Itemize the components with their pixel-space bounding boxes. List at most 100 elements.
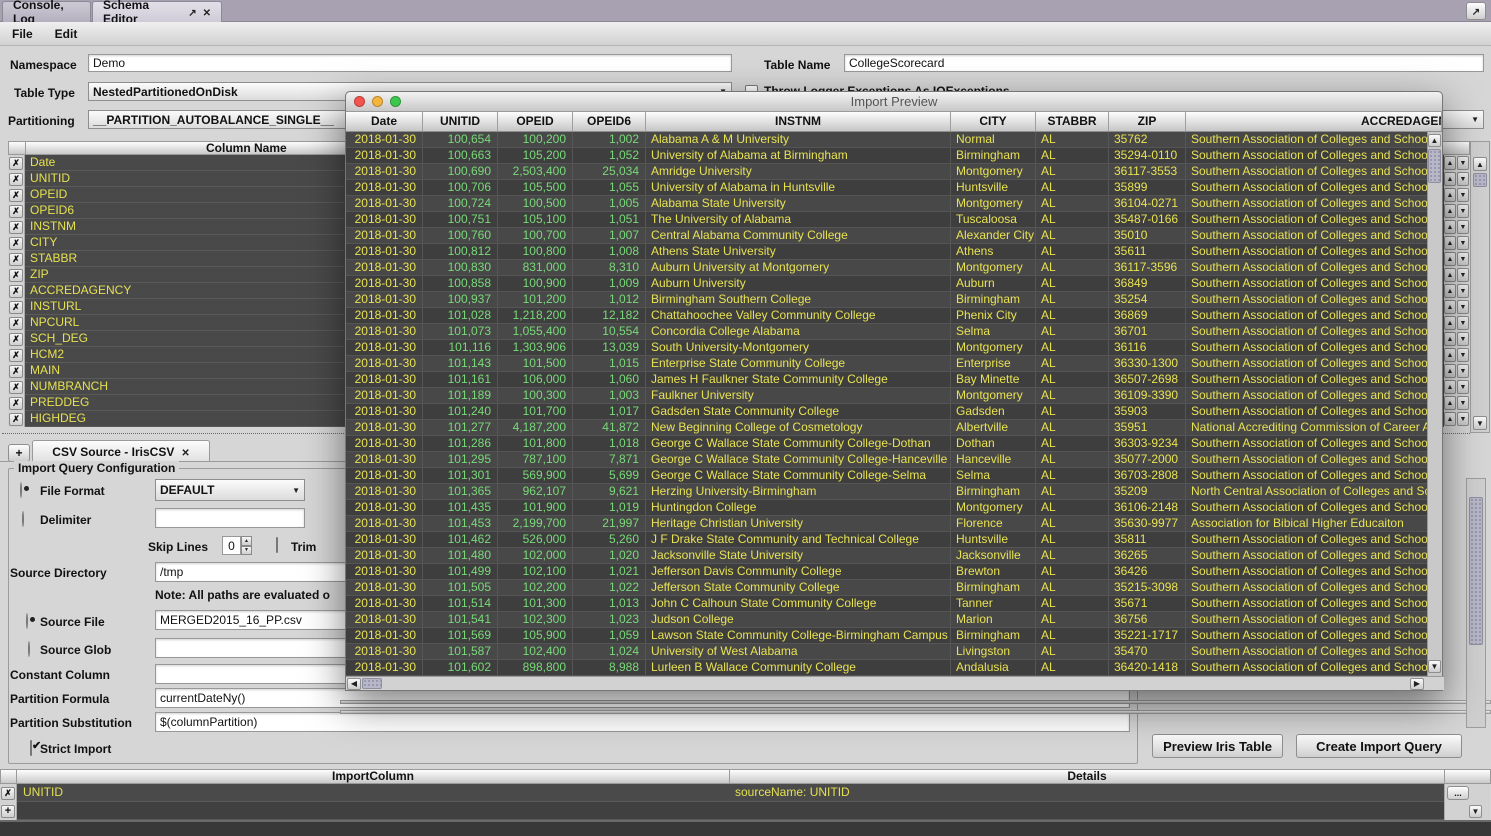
table-row[interactable]: 2018-01-30 100,663 105,200 1,052 Univers… (346, 148, 1427, 164)
move-up-button[interactable] (1444, 204, 1456, 218)
move-up-button[interactable] (1444, 268, 1456, 282)
move-down-button[interactable] (1457, 332, 1469, 346)
remove-column-button[interactable] (9, 413, 23, 426)
table-row[interactable]: 2018-01-30 101,143 101,500 1,015 Enterpr… (346, 356, 1427, 372)
move-down-button[interactable] (1457, 380, 1469, 394)
remove-column-button[interactable] (9, 173, 23, 186)
delimiter-input[interactable] (155, 508, 305, 528)
source-glob-radio[interactable] (28, 641, 30, 657)
splitter[interactable] (340, 700, 1491, 704)
details-cell[interactable]: sourceName: UNITID (729, 784, 1444, 802)
column-header[interactable]: STABBR (1036, 112, 1109, 131)
column-header[interactable]: INSTNM (646, 112, 951, 131)
move-down-button[interactable] (1457, 316, 1469, 330)
move-up-button[interactable] (1444, 332, 1456, 346)
menu-edit[interactable]: Edit (55, 27, 78, 41)
scroll-down-button[interactable] (1473, 416, 1487, 430)
remove-column-button[interactable] (9, 381, 23, 394)
table-row[interactable]: 2018-01-30 101,435 101,900 1,019 Hunting… (346, 500, 1427, 516)
step-down-icon[interactable] (241, 546, 252, 556)
column-header[interactable]: UNITID (423, 112, 498, 131)
remove-import-column-button[interactable] (1, 787, 15, 800)
table-row[interactable]: 2018-01-30 101,295 787,100 7,871 George … (346, 452, 1427, 468)
remove-column-button[interactable] (9, 317, 23, 330)
table-row[interactable]: 2018-01-30 101,587 102,400 1,024 Univers… (346, 644, 1427, 660)
table-row[interactable]: 2018-01-30 101,462 526,000 5,260 J F Dra… (346, 532, 1427, 548)
remove-column-button[interactable] (9, 285, 23, 298)
scroll-up-button[interactable] (1428, 134, 1441, 147)
move-up-button[interactable] (1444, 380, 1456, 394)
move-down-button[interactable] (1457, 300, 1469, 314)
splitter[interactable] (340, 710, 1491, 714)
close-icon[interactable] (181, 445, 189, 459)
table-row[interactable]: 2018-01-30 101,453 2,199,700 21,997 Heri… (346, 516, 1427, 532)
menu-file[interactable]: File (12, 27, 33, 41)
table-row[interactable]: 2018-01-30 101,301 569,900 5,699 George … (346, 468, 1427, 484)
move-up-button[interactable] (1444, 236, 1456, 250)
move-down-button[interactable] (1457, 220, 1469, 234)
table-row[interactable]: 2018-01-30 100,654 100,200 1,002 Alabama… (346, 132, 1427, 148)
preview-vertical-scrollbar[interactable] (1427, 132, 1442, 676)
skip-lines-stepper[interactable]: 0 (222, 536, 252, 555)
move-down-button[interactable] (1457, 364, 1469, 378)
remove-column-button[interactable] (9, 237, 23, 250)
table-row[interactable]: 2018-01-30 101,541 102,300 1,023 Judson … (346, 612, 1427, 628)
import-table-row[interactable]: UNITID sourceName: UNITID ... (0, 784, 1491, 802)
move-up-button[interactable] (1444, 396, 1456, 410)
source-file-radio[interactable] (26, 613, 28, 629)
move-up-button[interactable] (1444, 348, 1456, 362)
table-row[interactable]: 2018-01-30 101,499 102,100 1,021 Jeffers… (346, 564, 1427, 580)
column-header[interactable]: OPEID (498, 112, 573, 131)
move-up-button[interactable] (1444, 284, 1456, 298)
trim-checkbox[interactable] (276, 537, 278, 553)
remove-column-button[interactable] (9, 397, 23, 410)
table-row[interactable]: 2018-01-30 101,505 102,200 1,022 Jeffers… (346, 580, 1427, 596)
scrollbar-thumb[interactable] (1469, 497, 1483, 645)
table-row[interactable]: 2018-01-30 101,240 101,700 1,017 Gadsden… (346, 404, 1427, 420)
column-header[interactable]: ACCREDAGENCY (1186, 112, 1442, 131)
scroll-up-button[interactable] (1473, 157, 1487, 171)
table-row[interactable]: 2018-01-30 101,480 102,000 1,020 Jackson… (346, 548, 1427, 564)
table-row[interactable]: 2018-01-30 101,161 106,000 1,060 James H… (346, 372, 1427, 388)
preview-horizontal-scrollbar[interactable] (346, 676, 1444, 690)
right-panel-scrollbar[interactable] (1466, 478, 1486, 728)
table-row[interactable]: 2018-01-30 101,569 105,900 1,059 Lawson … (346, 628, 1427, 644)
move-down-button[interactable] (1457, 156, 1469, 170)
edit-details-button[interactable]: ... (1447, 786, 1469, 800)
move-up-button[interactable] (1444, 172, 1456, 186)
move-down-button[interactable] (1457, 188, 1469, 202)
scrollbar-thumb[interactable] (362, 678, 382, 689)
move-up-button[interactable] (1444, 412, 1456, 426)
add-import-column-button[interactable] (1, 805, 15, 818)
import-table-add-row[interactable] (0, 802, 1491, 820)
table-row[interactable]: 2018-01-30 101,514 101,300 1,013 John C … (346, 596, 1427, 612)
remove-column-button[interactable] (9, 189, 23, 202)
table-row[interactable]: 2018-01-30 101,602 898,800 8,988 Lurleen… (346, 660, 1427, 676)
table-name-input[interactable]: CollegeScorecard (844, 54, 1484, 72)
close-icon[interactable] (203, 5, 211, 19)
partition-substitution-input[interactable]: $(columnPartition) (155, 712, 1130, 732)
move-down-button[interactable] (1457, 236, 1469, 250)
column-header[interactable]: ZIP (1109, 112, 1186, 131)
column-header[interactable]: Date (346, 112, 423, 131)
partition-formula-input[interactable]: currentDateNy() (155, 688, 1130, 708)
import-column-cell[interactable]: UNITID (17, 784, 729, 802)
column-header[interactable]: OPEID6 (573, 112, 646, 131)
move-down-button[interactable] (1457, 396, 1469, 410)
remove-column-button[interactable] (9, 269, 23, 282)
scroll-right-button[interactable] (1410, 678, 1424, 690)
move-down-button[interactable] (1457, 204, 1469, 218)
tab-schema-editor[interactable]: Schema Editor (92, 1, 222, 22)
scroll-down-button[interactable] (1469, 805, 1482, 818)
table-row[interactable]: 2018-01-30 101,365 962,107 9,621 Herzing… (346, 484, 1427, 500)
preview-table-header[interactable]: DateUNITIDOPEIDOPEID6INSTNMCITYSTABBRZIP… (346, 112, 1442, 132)
move-down-button[interactable] (1457, 172, 1469, 186)
move-up-button[interactable] (1444, 252, 1456, 266)
move-up-button[interactable] (1444, 220, 1456, 234)
move-down-button[interactable] (1457, 252, 1469, 266)
move-up-button[interactable] (1444, 188, 1456, 202)
schema-scrollbar[interactable] (1470, 141, 1490, 433)
move-down-button[interactable] (1457, 348, 1469, 362)
file-format-select[interactable]: DEFAULT (155, 479, 305, 501)
move-up-button[interactable] (1444, 156, 1456, 170)
